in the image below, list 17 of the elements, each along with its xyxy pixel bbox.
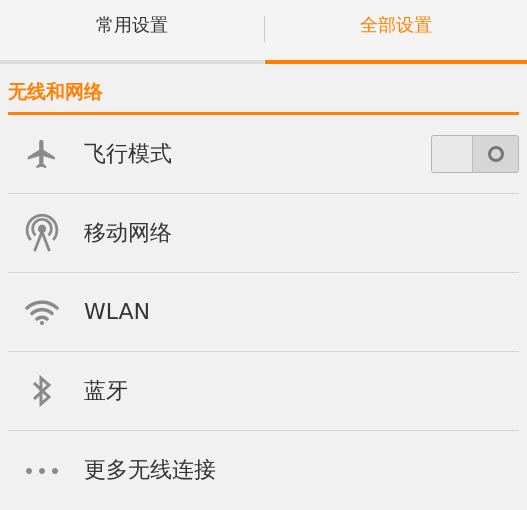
settings-row[interactable]: 更多无线连接 (8, 431, 519, 510)
row-label: 移动网络 (84, 220, 172, 248)
settings-row[interactable]: 移动网络 (8, 194, 519, 273)
settings-row[interactable]: 飞行模式 (8, 115, 519, 194)
wifi-icon (24, 298, 60, 326)
settings-row[interactable]: WLAN (8, 273, 519, 352)
row-label: 蓝牙 (84, 378, 128, 406)
row-label: 飞行模式 (84, 140, 172, 168)
toggle-switch[interactable] (431, 135, 519, 173)
section-title: 无线和网络 (8, 80, 103, 102)
bluetooth-icon (30, 374, 54, 408)
tab[interactable]: 常用设置 (0, 0, 264, 64)
settings-row[interactable]: 蓝牙 (8, 352, 519, 431)
more-icon (25, 466, 59, 474)
row-label: 更多无线连接 (84, 457, 216, 485)
row-label: WLAN (84, 298, 150, 326)
antenna-icon (25, 213, 59, 253)
